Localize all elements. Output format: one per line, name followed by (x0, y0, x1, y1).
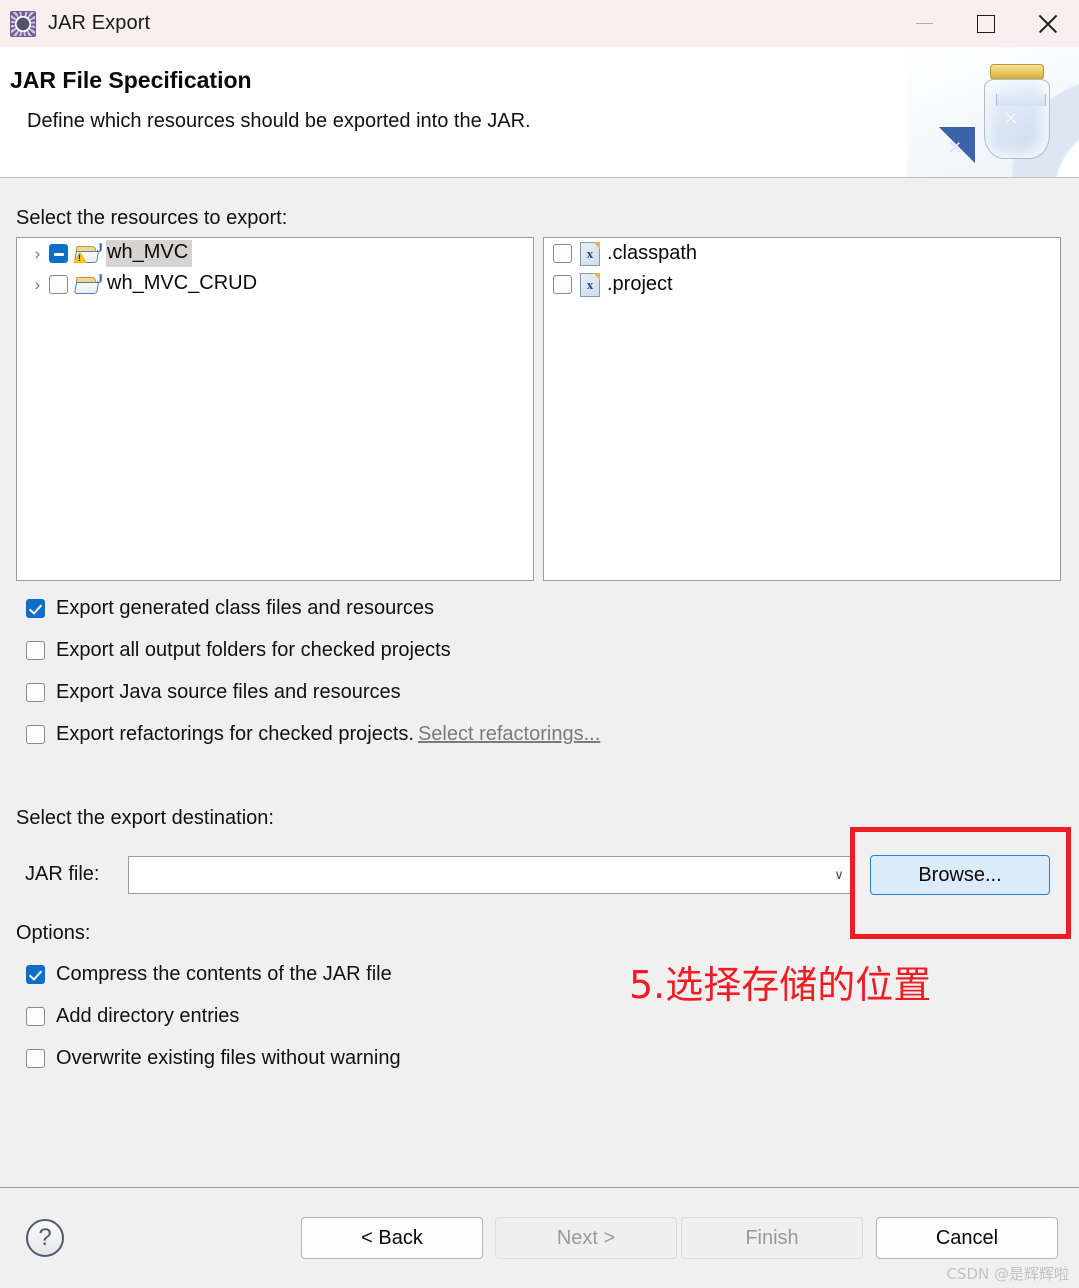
back-button[interactable]: < Back (301, 1217, 483, 1259)
checkbox[interactable] (26, 682, 45, 702)
checkbox[interactable] (26, 1006, 45, 1026)
option-export-all-output-folders[interactable]: Export all output folders for checked pr… (26, 637, 451, 663)
option-label: Compress the contents of the JAR file (56, 962, 392, 985)
page-title: JAR File Specification (10, 67, 252, 93)
resource-file-list[interactable]: x .classpath x .project (543, 237, 1061, 581)
options-label: Options: (16, 922, 91, 944)
java-badge-icon: J (96, 270, 104, 286)
option-compress-contents[interactable]: Compress the contents of the JAR file (26, 961, 392, 987)
window-title: JAR Export (48, 12, 151, 34)
watermark: CSDN @是辉辉啦 (946, 1265, 1069, 1283)
xml-glyph: x (586, 276, 594, 292)
close-icon (1038, 14, 1058, 34)
header-banner (907, 47, 1079, 177)
file-checkbox-project[interactable] (553, 275, 572, 294)
option-export-generated-class-files[interactable]: Export generated class files and resourc… (26, 595, 434, 621)
java-project-folder-icon: J (73, 270, 104, 296)
option-overwrite-existing-files[interactable]: Overwrite existing files without warning (26, 1045, 401, 1071)
select-refactorings-link[interactable]: Select refactorings... (418, 723, 600, 746)
minimize-icon (915, 23, 933, 24)
maximize-icon (977, 14, 995, 33)
jar-file-label: JAR file: (25, 863, 100, 885)
dialog-body: Select the resources to export: › J wh_M… (0, 179, 1079, 1187)
annotation-highlight-box (850, 827, 1071, 939)
xml-glyph: x (586, 245, 594, 261)
option-label: Export generated class files and resourc… (56, 596, 434, 619)
option-export-java-source-files[interactable]: Export Java source files and resources (26, 679, 401, 705)
java-badge-icon: J (96, 239, 104, 255)
tree-checkbox-wh_MVC[interactable] (49, 244, 68, 263)
checkbox[interactable] (26, 964, 45, 984)
checkbox[interactable] (26, 1048, 45, 1068)
resource-tree[interactable]: › J wh_MVC › J wh_MVC_CRUD (16, 237, 534, 581)
next-button: Next > (495, 1217, 677, 1259)
maximize-button[interactable] (955, 0, 1017, 47)
jar-file-combo[interactable]: ∨ (128, 856, 855, 894)
xml-file-icon: x (580, 241, 600, 266)
chevron-right-icon[interactable]: › (26, 276, 49, 293)
xml-file-icon: x (580, 272, 600, 297)
chevron-right-icon[interactable]: › (26, 245, 49, 262)
page-subtitle: Define which resources should be exporte… (27, 110, 531, 132)
option-label: Add directory entries (56, 1004, 240, 1027)
tree-item-wh_MVC[interactable]: › J wh_MVC (17, 238, 533, 269)
checkbox[interactable] (26, 640, 45, 660)
finish-button: Finish (681, 1217, 863, 1259)
file-checkbox-classpath[interactable] (553, 244, 572, 263)
cancel-button[interactable]: Cancel (876, 1217, 1058, 1259)
tree-item-wh_MVC_CRUD[interactable]: › J wh_MVC_CRUD (17, 269, 533, 300)
java-project-folder-warning-icon: J (73, 239, 104, 265)
jar-export-gear-icon (10, 10, 36, 37)
title-bar: JAR Export (0, 0, 1079, 47)
option-export-refactorings[interactable]: Export refactorings for checked projects… (26, 721, 600, 747)
option-add-directory-entries[interactable]: Add directory entries (26, 1003, 239, 1029)
folder-front (73, 281, 100, 294)
checkbox[interactable] (26, 724, 45, 744)
file-label: .classpath (607, 242, 698, 264)
option-label: Export refactorings for checked projects… (56, 722, 414, 745)
jar-lid (990, 64, 1044, 80)
option-label: Export all output folders for checked pr… (56, 638, 451, 661)
destination-label: Select the export destination: (16, 807, 274, 829)
jar-with-arrow-icon (939, 64, 1053, 163)
close-button[interactable] (1017, 0, 1079, 47)
annotation-text: 5.选择存储的位置 (629, 963, 932, 1007)
resources-label: Select the resources to export: (16, 207, 288, 229)
tree-item-label: wh_MVC (106, 240, 193, 267)
tree-checkbox-wh_MVC_CRUD[interactable] (49, 275, 68, 294)
wizard-header: JAR File Specification Define which reso… (0, 47, 1079, 178)
jar-neck (996, 94, 1046, 106)
list-item[interactable]: x .classpath (544, 238, 1060, 269)
option-label: Export Java source files and resources (56, 680, 401, 703)
warning-triangle-icon (73, 250, 87, 263)
window-controls (893, 0, 1079, 47)
list-item[interactable]: x .project (544, 269, 1060, 300)
export-arrow-icon (939, 127, 975, 163)
checkbox[interactable] (26, 598, 45, 618)
tree-item-label: wh_MVC_CRUD (107, 272, 258, 294)
help-icon[interactable]: ? (26, 1219, 64, 1257)
file-label: .project (607, 273, 673, 295)
jar-sparkle (1001, 108, 1021, 128)
minimize-button[interactable] (893, 0, 955, 47)
option-label: Overwrite existing files without warning (56, 1046, 401, 1069)
jar-body (984, 79, 1050, 159)
